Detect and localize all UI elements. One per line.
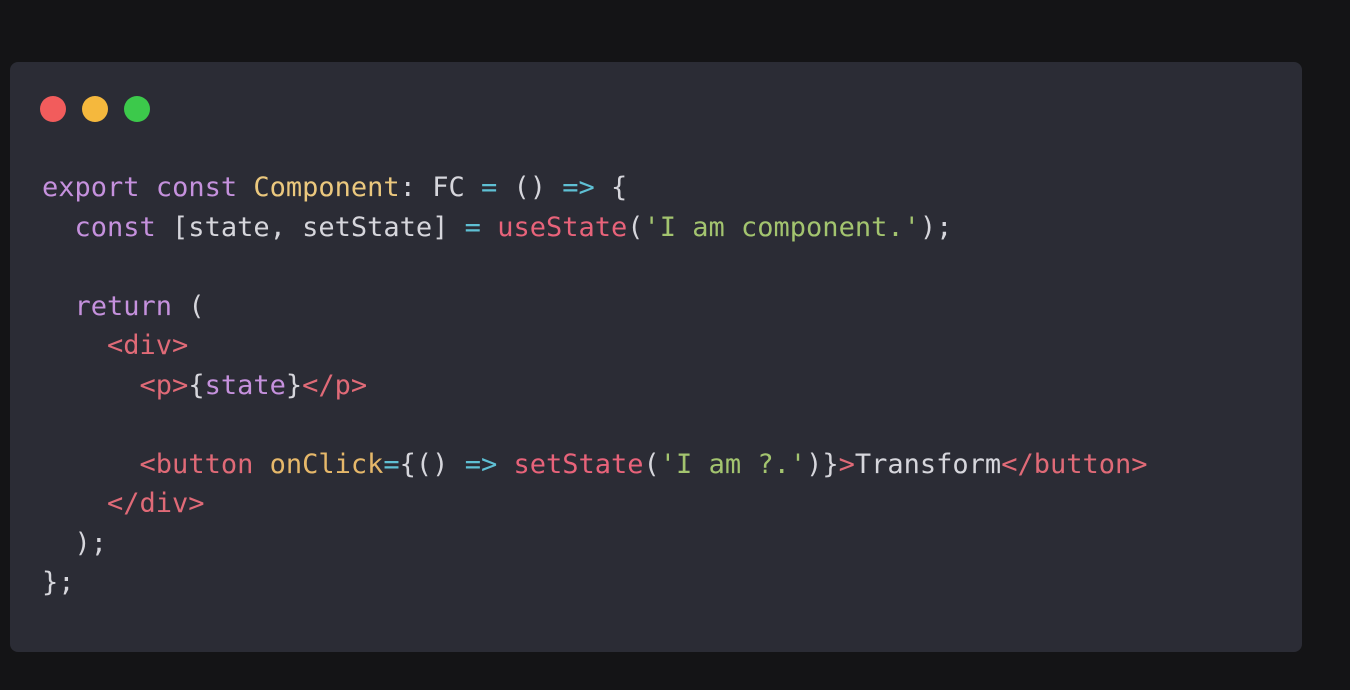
code-token: )}: [806, 448, 839, 480]
code-token: <button: [139, 448, 254, 480]
code-token: =>: [562, 172, 595, 203]
code-token: );: [919, 211, 953, 243]
code-token: [state, setState]: [155, 211, 465, 243]
code-token: =>: [464, 448, 498, 480]
code-line: <div>: [42, 326, 1148, 366]
code-token: >: [838, 448, 855, 480]
code-token: :: [399, 172, 433, 203]
code-line: <button onClick={() => setState('I am ?.…: [42, 445, 1148, 485]
code-token: {(): [399, 448, 465, 480]
code-line: return (: [42, 287, 1148, 327]
code-token: {: [188, 369, 205, 401]
code-token: =: [480, 172, 498, 203]
code-token: useState: [497, 211, 628, 243]
code-token: state: [204, 369, 286, 401]
code-token: export: [42, 172, 140, 203]
code-token: =: [464, 211, 481, 243]
code-token: FC: [432, 172, 465, 203]
code-token: return: [74, 290, 173, 322]
close-dot-icon[interactable]: [40, 96, 66, 122]
code-token: (: [627, 211, 644, 243]
code-token: 'I am ?.': [659, 448, 807, 480]
code-token: }: [285, 369, 303, 401]
code-token: <p>: [139, 369, 189, 401]
code-token: </button>: [1001, 448, 1148, 480]
code-token: Component: [253, 172, 400, 203]
window-controls: [40, 96, 166, 122]
code-block: export const Component: FC = () => { con…: [42, 168, 1148, 603]
code-token: const: [74, 211, 156, 243]
code-token: </div>: [107, 488, 205, 519]
code-token: {: [594, 172, 628, 203]
code-line: export const Component: FC = () => {: [42, 168, 1148, 208]
code-token: (: [172, 290, 205, 322]
code-token: onClick: [269, 448, 384, 480]
maximize-dot-icon[interactable]: [124, 96, 150, 122]
code-token: Transform: [854, 448, 1002, 480]
code-token: (): [497, 172, 563, 203]
code-line: <p>{state}</p>: [42, 366, 1148, 406]
code-token: };: [42, 567, 75, 598]
code-token: const: [155, 172, 238, 203]
code-token: setState: [513, 448, 644, 480]
code-token: <div>: [107, 330, 189, 361]
code-line: </div>: [42, 484, 1148, 524]
minimize-dot-icon[interactable]: [82, 96, 108, 122]
code-token: </p>: [302, 369, 368, 401]
code-line: );: [42, 524, 1148, 564]
code-token: (: [643, 448, 660, 480]
code-token: );: [42, 527, 108, 559]
code-line: const [state, setState] = useState('I am…: [42, 208, 1148, 248]
code-window: export const Component: FC = () => { con…: [10, 62, 1302, 652]
code-token: 'I am component.': [643, 211, 920, 243]
code-line: };: [42, 563, 1148, 603]
code-token: =: [383, 448, 400, 480]
